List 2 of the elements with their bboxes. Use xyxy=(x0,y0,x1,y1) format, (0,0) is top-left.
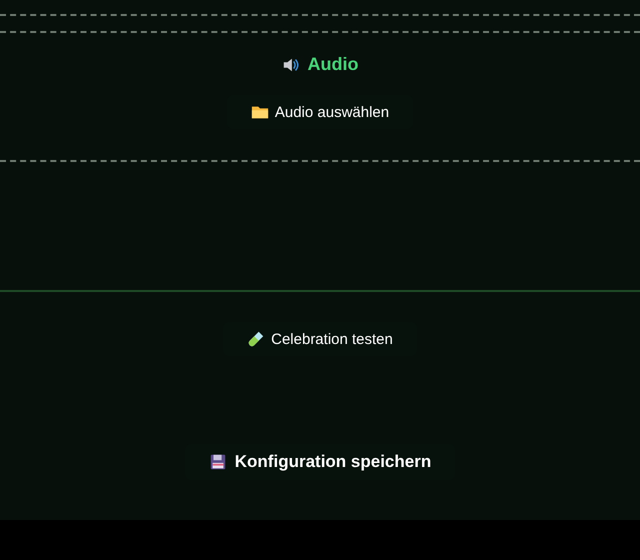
test-tube-icon xyxy=(247,330,266,348)
section-title: Audio xyxy=(308,54,358,75)
